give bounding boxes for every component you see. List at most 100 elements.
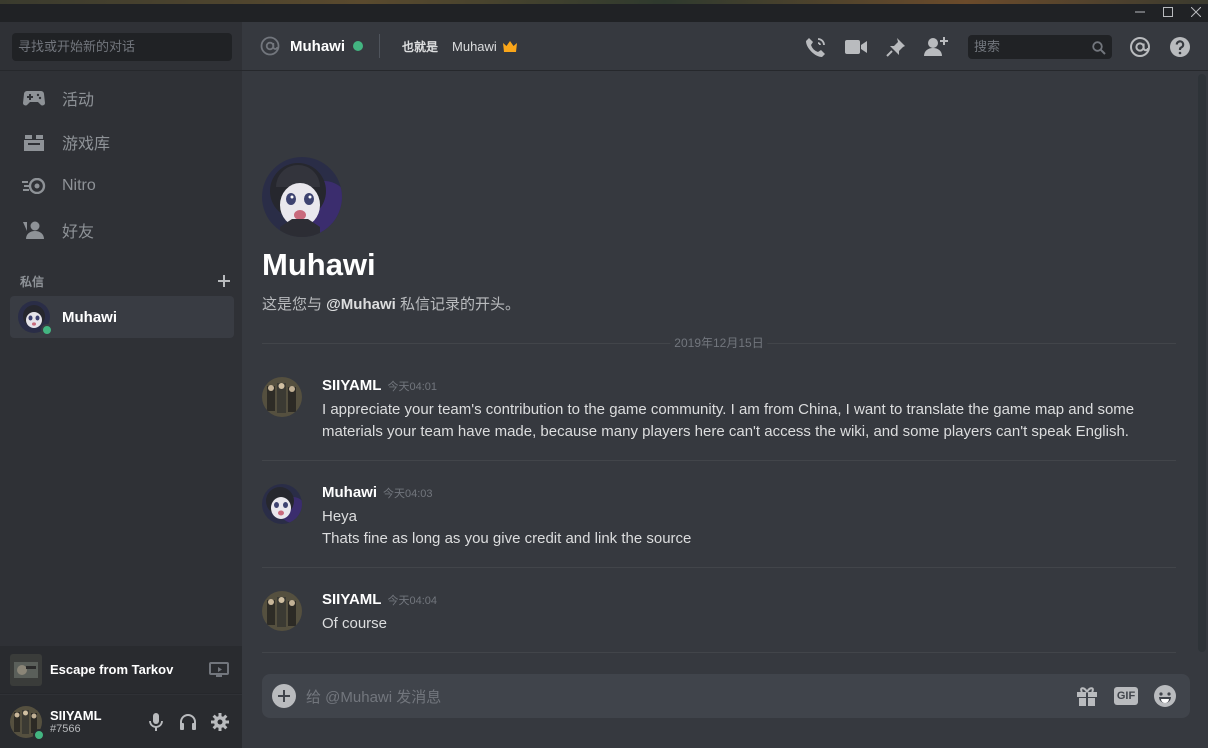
- message-author[interactable]: SIIYAML: [322, 377, 381, 394]
- gif-label: GIF: [1114, 687, 1138, 705]
- online-status-dot: [33, 728, 45, 741]
- dm-item-muhawi[interactable]: Muhawi: [10, 296, 234, 338]
- user-avatar[interactable]: [10, 705, 45, 741]
- message-separator: [262, 652, 1176, 653]
- date-divider-label: 2019年12月15日: [670, 335, 768, 351]
- user-tag: #7566: [50, 722, 81, 735]
- gift-icon[interactable]: [1074, 683, 1100, 709]
- mentions-icon[interactable]: [1128, 35, 1152, 59]
- sidebar-item-friends[interactable]: 好友: [10, 210, 234, 250]
- help-icon[interactable]: [1168, 35, 1192, 59]
- pinned-messages-icon[interactable]: [884, 35, 908, 59]
- conversation-intro: 这是您与 @Muhawi 私信记录的开头。: [262, 293, 520, 314]
- header-divider: [379, 34, 380, 58]
- screen-share-icon[interactable]: [208, 659, 230, 681]
- chat-area: Muhawi 也就是 Muhawi 搜索 Muhawi 这是您与 @Muhawi…: [242, 22, 1208, 748]
- sidebar-item-label: 活动: [62, 92, 95, 109]
- title-bar-artwork: [0, 0, 1208, 4]
- message-line: Heya: [322, 508, 358, 525]
- message-content: I appreciate your team's contribution to…: [322, 399, 1162, 443]
- message-item: SIIYAML 今天04:04 Of course: [262, 591, 1176, 635]
- message-timestamp: 今天04:03: [383, 488, 433, 500]
- intro-prefix: 这是您与: [262, 296, 327, 313]
- message-header: SIIYAML 今天04:01: [322, 377, 437, 394]
- voice-call-icon[interactable]: [804, 35, 828, 59]
- message-header: Muhawi 今天04:03: [322, 484, 433, 501]
- sidebar-item-library[interactable]: 游戏库: [10, 122, 234, 162]
- find-conversation-input[interactable]: 寻找或开始新的对话: [12, 33, 232, 61]
- sidebar-item-label: 游戏库: [62, 136, 111, 153]
- message-content: Heya Thats fine as long as you give cred…: [322, 506, 1162, 550]
- emoji-icon[interactable]: [1152, 683, 1178, 709]
- user-panel: SIIYAML #7566: [0, 695, 242, 748]
- header-toolbar: 搜索: [788, 22, 1208, 71]
- sidebar-item-label: 好友: [62, 224, 95, 241]
- message-composer: 给 @Muhawi 发消息 GIF: [262, 674, 1190, 718]
- message-separator: [262, 460, 1176, 461]
- direct-messages-label: 私信: [20, 274, 45, 289]
- sidebar-item-nitro[interactable]: Nitro: [10, 166, 234, 206]
- avatar: [18, 301, 53, 336]
- close-icon[interactable]: [1185, 3, 1207, 21]
- settings-gear-icon[interactable]: [204, 706, 236, 738]
- video-call-icon[interactable]: [844, 35, 868, 59]
- chat-header: Muhawi 也就是 Muhawi 搜索: [242, 22, 1208, 71]
- discord-window: 寻找或开始新的对话 活动 游戏库 Nitro 好友 私信 Muhawi Esca…: [0, 0, 1208, 748]
- message-line: I appreciate your team's contribution to…: [322, 401, 1135, 440]
- friends-icon: [22, 218, 46, 242]
- intro-suffix: 私信记录的开头。: [395, 296, 520, 313]
- activity-panel: Escape from Tarkov: [0, 646, 242, 694]
- user-info: SIIYAML #7566: [50, 708, 140, 736]
- gamepad-icon: [22, 86, 46, 110]
- author-avatar[interactable]: [262, 591, 302, 631]
- dm-item-name: Muhawi: [62, 308, 117, 326]
- message-author[interactable]: Muhawi: [322, 484, 377, 501]
- game-icon: [10, 653, 42, 686]
- message-item: SIIYAML 今天04:01 I appreciate your team's…: [262, 377, 1176, 443]
- aka-name: Muhawi: [452, 38, 497, 54]
- message-input[interactable]: 给 @Muhawi 发消息: [306, 686, 1061, 707]
- username: SIIYAML: [50, 707, 102, 723]
- message-item: Muhawi 今天04:03 Heya Thats fine as long a…: [262, 484, 1176, 550]
- message-content: Of course: [322, 613, 1162, 635]
- intro-mention: @Muhawi: [326, 296, 396, 313]
- message-scrollbar[interactable]: [1198, 74, 1206, 652]
- message-line: Of course: [322, 615, 388, 632]
- message-list: Muhawi 这是您与 @Muhawi 私信记录的开头。 2019年12月15日…: [242, 71, 1198, 674]
- direct-messages-header: 私信: [20, 273, 232, 289]
- message-author[interactable]: SIIYAML: [322, 591, 381, 608]
- crown-icon: [502, 40, 517, 52]
- message-header: SIIYAML 今天04:04: [322, 591, 437, 608]
- gif-button[interactable]: GIF: [1113, 683, 1139, 709]
- at-sign-icon: [258, 34, 282, 58]
- date-divider: 2019年12月15日: [262, 335, 1176, 351]
- headphones-icon[interactable]: [172, 706, 204, 738]
- message-line: Thats fine as long as you give credit an…: [322, 530, 692, 547]
- message-timestamp: 今天04:01: [387, 381, 437, 393]
- sidebar-item-label: Nitro: [62, 177, 96, 194]
- upload-plus-icon[interactable]: [272, 684, 296, 708]
- welcome-avatar: [262, 157, 342, 237]
- game-name: Escape from Tarkov: [50, 662, 174, 677]
- create-dm-plus-icon[interactable]: [216, 273, 232, 289]
- title-bar: [0, 0, 1208, 22]
- chat-title: Muhawi: [290, 37, 345, 55]
- author-avatar[interactable]: [262, 377, 302, 417]
- message-timestamp: 今天04:04: [387, 595, 437, 607]
- search-placeholder: 搜索: [974, 38, 1001, 54]
- message-separator: [262, 567, 1176, 568]
- search-icon: [1092, 39, 1106, 63]
- author-avatar[interactable]: [262, 484, 302, 524]
- add-friend-to-dm-icon[interactable]: [924, 35, 948, 59]
- sidebar-item-activity[interactable]: 活动: [10, 78, 234, 118]
- minimize-icon[interactable]: [1129, 3, 1151, 21]
- search-input[interactable]: 搜索: [968, 34, 1112, 59]
- maximize-icon[interactable]: [1157, 3, 1179, 21]
- microphone-icon[interactable]: [140, 706, 172, 738]
- online-status-dot: [353, 41, 363, 51]
- nitro-icon: [22, 174, 46, 198]
- sidebar: 寻找或开始新的对话 活动 游戏库 Nitro 好友 私信 Muhawi Esca…: [0, 22, 242, 748]
- aka-label: 也就是: [402, 39, 439, 54]
- sidebar-divider: [0, 70, 242, 71]
- conversation-title: Muhawi: [262, 247, 376, 282]
